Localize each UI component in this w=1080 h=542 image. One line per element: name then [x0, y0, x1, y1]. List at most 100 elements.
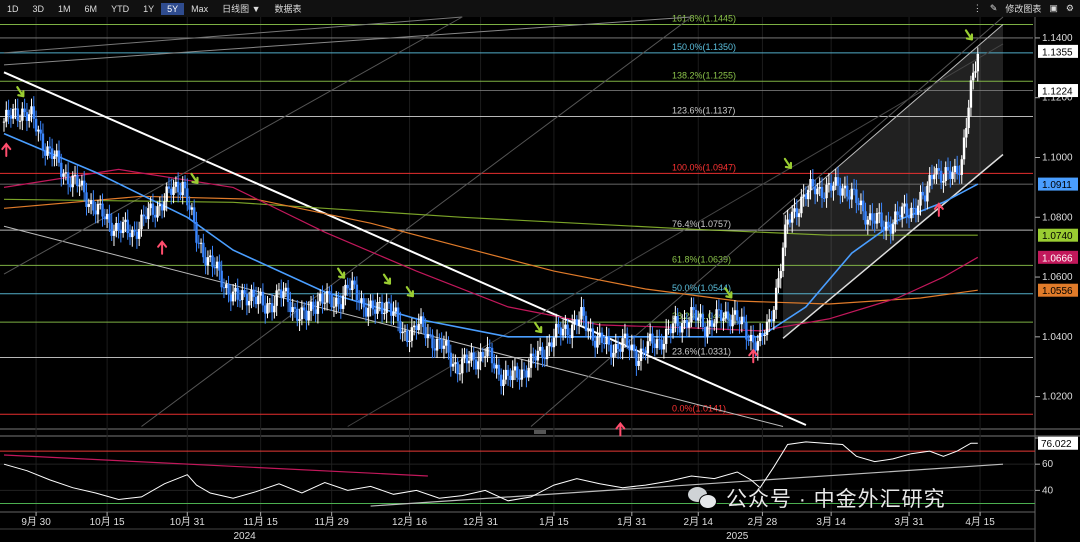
candle-body: [85, 192, 88, 207]
candle-body: [825, 184, 828, 199]
x-tick-label: 11月 29: [315, 516, 350, 528]
candle-body: [660, 339, 663, 350]
candle-body: [845, 185, 849, 197]
candle-body: [928, 174, 931, 186]
candle-body: [965, 128, 968, 138]
candle-body: [23, 108, 26, 113]
candle-body: [516, 366, 519, 378]
candle-body: [534, 356, 537, 361]
candle-body: [25, 112, 29, 121]
candle-body: [412, 325, 416, 328]
candle-body: [628, 345, 631, 351]
candle-body: [955, 165, 959, 175]
candle-body: [619, 349, 622, 352]
candle-body: [857, 202, 860, 206]
candle-body: [733, 310, 737, 315]
candle-body: [864, 211, 867, 225]
candle-body: [110, 222, 113, 236]
candle-body: [493, 363, 496, 369]
candle-body: [490, 347, 494, 364]
candle-body: [580, 307, 583, 320]
candle-body: [156, 206, 159, 218]
candle-body: [667, 328, 670, 330]
candle-body: [220, 270, 223, 288]
candle-body: [719, 310, 723, 321]
candle-body: [898, 214, 902, 218]
y-tick-label: 1.0400: [1042, 332, 1073, 343]
candle-body: [426, 334, 430, 339]
arrow-down-icon: [382, 273, 392, 285]
candle-body: [777, 278, 780, 288]
fib-label: 150.0%(1.1350): [672, 42, 736, 52]
candle-body: [479, 351, 482, 362]
candle-body: [46, 146, 49, 156]
candle-body: [788, 219, 792, 223]
candle-body: [144, 216, 148, 220]
candle-body: [383, 312, 386, 315]
candle-body: [951, 172, 954, 179]
candle-body: [786, 219, 789, 225]
fib-label: 161.8%(1.1445): [672, 13, 736, 23]
candle-body: [552, 337, 556, 348]
candle-body: [919, 191, 922, 206]
candle-body: [312, 301, 315, 310]
candle-body: [593, 340, 597, 348]
candle-body: [527, 367, 530, 378]
candle-body: [71, 175, 74, 188]
candle-body: [48, 146, 52, 149]
candle-body: [829, 183, 833, 191]
candle-body: [192, 207, 196, 222]
candle-body: [456, 362, 459, 375]
trendline: [141, 16, 692, 427]
candle-body: [878, 212, 881, 214]
candle-body: [564, 324, 567, 329]
candle-body: [816, 188, 819, 195]
candle-body: [330, 294, 333, 308]
fib-label: 100.0%(1.0947): [672, 162, 736, 172]
candle-body: [454, 362, 457, 364]
candle-body: [60, 162, 63, 177]
candle-body: [607, 336, 611, 345]
candle-body: [364, 307, 368, 317]
candle-body: [190, 207, 194, 210]
candle-body: [616, 343, 620, 350]
candle-body: [781, 247, 785, 271]
candle-body: [626, 333, 629, 346]
candle-body: [839, 185, 842, 196]
candle-body: [687, 322, 691, 328]
rsi-last-tag-label: 76.022: [1041, 439, 1072, 450]
candle-body: [651, 333, 654, 344]
candle-body: [868, 213, 872, 220]
candle-body: [280, 289, 283, 298]
candle-body: [658, 339, 661, 341]
candle-body: [923, 195, 927, 202]
candle-body: [131, 229, 134, 238]
candle-body: [703, 327, 707, 337]
candle-body: [937, 168, 941, 171]
candle-body: [371, 300, 375, 310]
candle-body: [213, 266, 216, 269]
candle-body: [115, 222, 118, 232]
candle-body: [875, 212, 879, 224]
candle-body: [470, 352, 473, 361]
candle-body: [467, 360, 471, 364]
candle-body: [369, 300, 372, 308]
candle-body: [729, 319, 732, 327]
candle-body: [353, 280, 356, 285]
candle-body: [241, 290, 244, 301]
candle-body: [335, 297, 338, 307]
candle-body: [39, 129, 42, 134]
fib-label: 50.0%(1.0544): [672, 283, 731, 293]
candle-body: [905, 203, 908, 216]
arrow-up-icon: [157, 240, 168, 255]
candle-body: [497, 364, 501, 375]
candle-body: [451, 363, 455, 367]
trendline: [530, 16, 1004, 427]
candle-body: [548, 342, 551, 347]
candle-body: [44, 150, 47, 156]
candle-body: [763, 334, 766, 336]
candle-body: [282, 291, 285, 298]
x-tick-label: 4月 15: [965, 516, 995, 528]
candle-body: [435, 339, 439, 351]
candle-body: [96, 203, 100, 215]
